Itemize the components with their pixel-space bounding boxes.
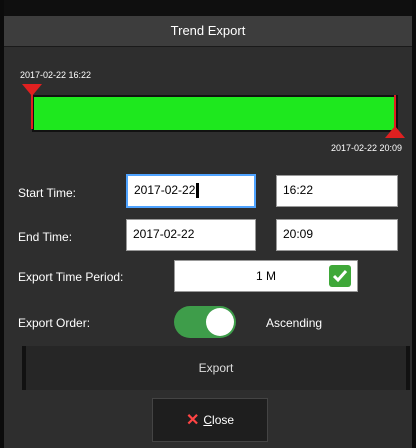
export-period-select[interactable]: 1 M xyxy=(174,260,358,292)
close-x-icon: ✕ xyxy=(185,411,200,429)
export-button[interactable]: Export xyxy=(22,346,410,390)
top-strip xyxy=(4,0,412,16)
end-time-input[interactable]: 20:09 xyxy=(276,219,398,251)
toggle-knob xyxy=(206,308,234,336)
export-order-toggle[interactable] xyxy=(174,306,236,338)
start-time-input[interactable]: 16:22 xyxy=(276,175,398,207)
end-date-input[interactable]: 2017-02-22 xyxy=(126,219,256,251)
start-marker-icon[interactable] xyxy=(22,84,42,96)
range-end-label: 2017-02-22 20:09 xyxy=(330,143,402,153)
start-time-label: Start Time: xyxy=(18,186,77,200)
end-marker-line xyxy=(394,95,396,128)
start-marker-line xyxy=(31,93,33,129)
export-order-label: Export Order: xyxy=(18,316,91,330)
start-date-input[interactable]: 2017-02-22 xyxy=(126,174,256,208)
text-cursor xyxy=(196,183,200,199)
end-time-label: End Time: xyxy=(18,230,73,244)
checkmark-icon[interactable] xyxy=(329,265,351,287)
close-button[interactable]: ✕ Close xyxy=(152,398,268,442)
export-order-value: Ascending xyxy=(266,316,323,330)
trend-export-dialog: Trend Export 2017-02-22 16:22 2017-02-22… xyxy=(4,0,412,448)
export-period-label: Export Time Period: xyxy=(18,270,124,284)
range-start-label: 2017-02-22 16:22 xyxy=(20,70,92,80)
time-range-bar[interactable] xyxy=(32,95,398,132)
dialog-title: Trend Export xyxy=(4,16,412,47)
end-marker-icon[interactable] xyxy=(385,126,405,138)
